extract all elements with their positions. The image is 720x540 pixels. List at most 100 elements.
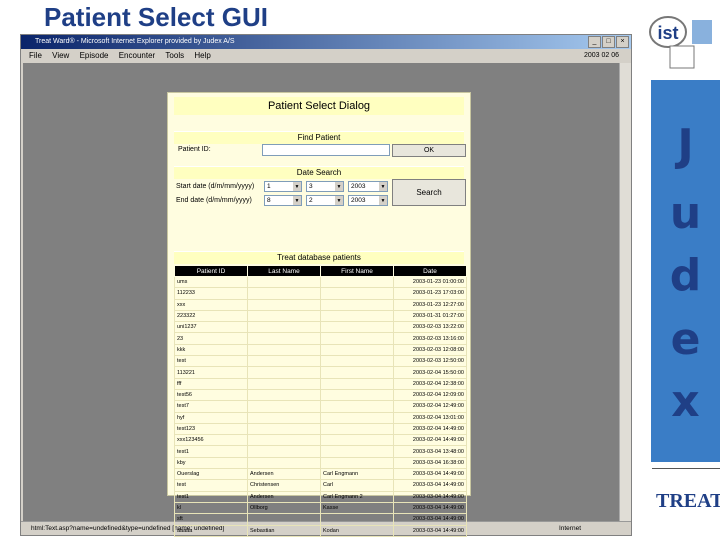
cell-last-name <box>247 366 321 379</box>
divider <box>652 468 720 469</box>
table-row[interactable]: test1 2003-03-04 13:48:00 <box>174 445 467 458</box>
treat-logo: TREAT <box>656 490 720 512</box>
close-button[interactable]: × <box>616 36 629 48</box>
table-row[interactable]: fff 2003-02-04 12:38:00 <box>174 377 467 390</box>
table-row[interactable]: hyf 2003-02-04 13:01:00 <box>174 411 467 424</box>
patients-table: Patient ID Last Name First Name Date ums… <box>174 265 467 537</box>
cell-patient-id: hyf <box>174 411 248 424</box>
table-row[interactable]: uni1237 2003-02-03 13:22:00 <box>174 321 467 334</box>
start-month-select[interactable]: 3 ▼ <box>306 181 344 192</box>
table-row[interactable]: test 2003-02-03 12:50:00 <box>174 355 467 368</box>
cell-first-name <box>320 309 394 323</box>
table-row[interactable]: 113221 2003-02-04 15:50:00 <box>174 366 467 379</box>
cell-first-name: Carl <box>320 479 394 492</box>
minimize-button[interactable]: _ <box>588 36 601 48</box>
end-month-select[interactable]: 2 ▼ <box>306 195 344 206</box>
end-date-label: End date (d/m/mm/yyyy) <box>176 197 252 204</box>
cell-last-name <box>247 321 321 334</box>
table-row[interactable]: test7 2003-02-04 12:49:00 <box>174 400 467 413</box>
table-row[interactable]: kl Ollborg Kasse 2003-03-04 14:49:00 <box>174 501 467 515</box>
table-row[interactable]: Ouerslag Andersen Carl Engmann 2003-03-04 1… <box>174 468 467 481</box>
cell-first-name: Kasse <box>320 501 394 515</box>
table-row[interactable]: xxx123456 2003-02-04 14:49:00 <box>174 434 467 447</box>
maximize-button[interactable]: □ <box>602 36 615 48</box>
menu-encounter[interactable]: Encounter <box>119 51 155 60</box>
cell-last-name: Andersen <box>247 468 321 481</box>
column-header-first-name[interactable]: First Name <box>320 265 394 277</box>
cell-patient-id: ums <box>174 275 248 289</box>
end-year-select[interactable]: 2003 ▼ <box>348 195 388 206</box>
cell-last-name <box>247 445 321 458</box>
cell-last-name: Christensen <box>247 479 321 492</box>
table-row[interactable]: ums 2003-01-23 01:00:00 <box>174 275 467 289</box>
cell-first-name <box>320 456 394 470</box>
ist-logo: ist <box>649 16 712 69</box>
column-header-last-name[interactable]: Last Name <box>247 265 321 277</box>
chevron-down-icon: ▼ <box>293 196 301 205</box>
table-row[interactable]: sft 2003-03-04 14:49:00 <box>174 513 467 526</box>
table-row[interactable]: xxx 2003-01-23 12:27:00 <box>174 298 467 311</box>
start-year-select[interactable]: 2003 ▼ <box>348 181 388 192</box>
cell-date: 2003-01-23 12:27:00 <box>393 298 467 311</box>
find-patient-header: Find Patient <box>174 131 464 144</box>
table-row[interactable]: kby 2003-03-04 16:38:00 <box>174 456 467 470</box>
cell-patient-id: 23 <box>174 332 248 345</box>
table-row[interactable]: test Christensen Carl 2003-03-04 14:49:00 <box>174 479 467 492</box>
table-row[interactable]: 112233 2003-01-23 17:03:00 <box>174 287 467 300</box>
cell-date: 2003-03-04 14:49:00 <box>393 513 467 526</box>
judex-letter: x <box>671 376 700 427</box>
start-day-select[interactable]: 1 ▼ <box>264 181 302 192</box>
menu-bar: File View Episode Encounter Tools Help 2… <box>21 49 631 63</box>
cell-patient-id: test123 <box>174 422 248 436</box>
search-button[interactable]: Search <box>392 179 466 206</box>
cell-date: 2003-03-04 14:49:00 <box>393 468 467 481</box>
menu-view[interactable]: View <box>52 51 69 60</box>
judex-letter: J <box>677 120 694 171</box>
browser-window: Treat Ward® - Microsoft Internet Explore… <box>20 34 632 537</box>
column-header-date[interactable]: Date <box>393 265 467 277</box>
cell-date: 2003-01-31 01:27:00 <box>393 309 467 323</box>
cell-date: 2003-03-04 13:48:00 <box>393 445 467 458</box>
cell-patient-id: kl <box>174 501 248 515</box>
cell-first-name <box>320 400 394 413</box>
ist-logo-text: ist <box>657 23 678 43</box>
cell-date: 2003-02-04 13:01:00 <box>393 411 467 424</box>
status-zone: Internet <box>558 525 581 532</box>
cell-patient-id: sft <box>174 513 248 526</box>
cell-date: 2003-03-04 14:49:00 <box>393 490 467 503</box>
end-day-select[interactable]: 8 ▼ <box>264 195 302 206</box>
cell-last-name <box>247 343 321 357</box>
cell-first-name <box>320 411 394 424</box>
cell-last-name <box>247 513 321 526</box>
cell-last-name <box>247 332 321 345</box>
table-row[interactable]: 23 2003-02-03 13:16:00 <box>174 332 467 345</box>
ok-button[interactable]: OK <box>392 144 466 157</box>
browser-title: Treat Ward® - Microsoft Internet Explore… <box>35 38 235 45</box>
cell-first-name <box>320 422 394 436</box>
vertical-scrollbar[interactable] <box>619 63 631 521</box>
table-row[interactable]: aaaaa Sebastian Kodan 2003-03-04 14:49:00 <box>174 524 467 537</box>
table-row[interactable]: kkk 2003-02-03 12:08:00 <box>174 343 467 357</box>
cell-patient-id: xxx <box>174 298 248 311</box>
menu-episode[interactable]: Episode <box>80 51 109 60</box>
patient-id-input[interactable] <box>262 144 390 156</box>
menu-help[interactable]: Help <box>194 51 210 60</box>
cell-date: 2003-02-04 15:50:00 <box>393 366 467 379</box>
menu-tools[interactable]: Tools <box>165 51 184 60</box>
cell-date: 2003-03-04 14:49:00 <box>393 501 467 515</box>
cell-last-name: Andersen <box>247 490 321 503</box>
cell-patient-id: xxx123456 <box>174 434 248 447</box>
judex-letter: u <box>669 188 702 239</box>
table-row[interactable]: test123 2003-02-04 14:49:00 <box>174 422 467 436</box>
patient-id-label: Patient ID: <box>178 146 211 153</box>
table-row[interactable]: 223322 2003-01-31 01:27:00 <box>174 309 467 323</box>
cell-first-name <box>320 343 394 357</box>
cell-date: 2003-03-04 16:38:00 <box>393 456 467 470</box>
chevron-down-icon: ▼ <box>335 182 343 191</box>
column-header-patient-id[interactable]: Patient ID <box>174 265 248 277</box>
cell-date: 2003-02-03 12:08:00 <box>393 343 467 357</box>
menu-file[interactable]: File <box>29 51 42 60</box>
cell-last-name <box>247 377 321 390</box>
table-row[interactable]: test56 2003-02-04 12:09:00 <box>174 388 467 402</box>
table-row[interactable]: test1 Andersen Carl Engmann 2 2003-03-04 14… <box>174 490 467 503</box>
